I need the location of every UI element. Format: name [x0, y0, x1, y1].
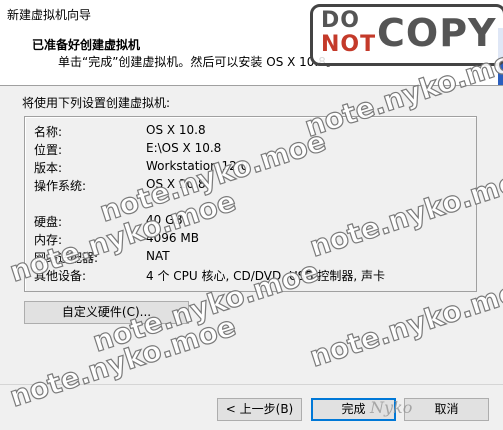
summary-label: 内存: — [34, 233, 63, 247]
stamp-text-copy: COPY — [377, 11, 497, 55]
summary-label: 名称: — [34, 125, 63, 139]
summary-value: Workstation 12.0 — [146, 159, 249, 173]
summary-row-network: 网络适配器: NAT — [34, 249, 464, 267]
summary-value: E:\OS X 10.8 — [146, 141, 222, 155]
summary-label: 其他设备: — [34, 269, 87, 283]
summary-value: OS X 10.8 — [146, 177, 206, 191]
summary-label: 网络适配器: — [34, 251, 99, 265]
summary-label: 操作系统: — [34, 179, 87, 193]
summary-row-memory: 内存: 4096 MB — [34, 231, 464, 249]
summary-value: 4 个 CPU 核心, CD/DVD, USB 控制器, 声卡 — [146, 269, 385, 283]
summary-label: 硬盘: — [34, 215, 63, 229]
finish-button[interactable]: 完成 — [311, 398, 396, 421]
wizard-subheading: 单击“完成”创建虚拟机。然后可以安装 OS X 10.8。 — [58, 55, 338, 69]
wizard-heading: 已准备好创建虚拟机 — [32, 38, 141, 52]
summary-row-other-devices: 其他设备: 4 个 CPU 核心, CD/DVD, USB 控制器, 声卡 — [34, 267, 464, 285]
summary-row-disk: 硬盘: 40 GB — [34, 213, 464, 231]
summary-label: 位置: — [34, 143, 63, 157]
summary-row-name: 名称: OS X 10.8 — [34, 123, 464, 141]
back-button[interactable]: < 上一步(B) — [217, 398, 302, 421]
stamp-text-do: DO — [321, 8, 360, 33]
summary-value: NAT — [146, 249, 170, 263]
cancel-button[interactable]: 取消 — [404, 398, 489, 421]
summary-value: 40 GB — [146, 213, 183, 227]
customize-hardware-button[interactable]: 自定义硬件(C)... — [24, 301, 189, 324]
summary-value: 4096 MB — [146, 231, 199, 245]
summary-intro: 将使用下列设置创建虚拟机: — [22, 96, 171, 110]
summary-row-location: 位置: E:\OS X 10.8 — [34, 141, 464, 159]
summary-row-version: 版本: Workstation 12.0 — [34, 159, 464, 177]
summary-row-os: 操作系统: OS X 10.8 — [34, 177, 464, 195]
summary-label: 版本: — [34, 161, 63, 175]
summary-value: OS X 10.8 — [146, 123, 206, 137]
stamp-text-not: NOT — [321, 32, 377, 57]
do-not-copy-stamp: DO NOT COPY — [310, 4, 503, 66]
footer-divider — [0, 384, 503, 385]
window-title: 新建虚拟机向导 — [7, 8, 92, 22]
settings-summary-box: 名称: OS X 10.8 位置: E:\OS X 10.8 版本: Works… — [24, 116, 477, 292]
